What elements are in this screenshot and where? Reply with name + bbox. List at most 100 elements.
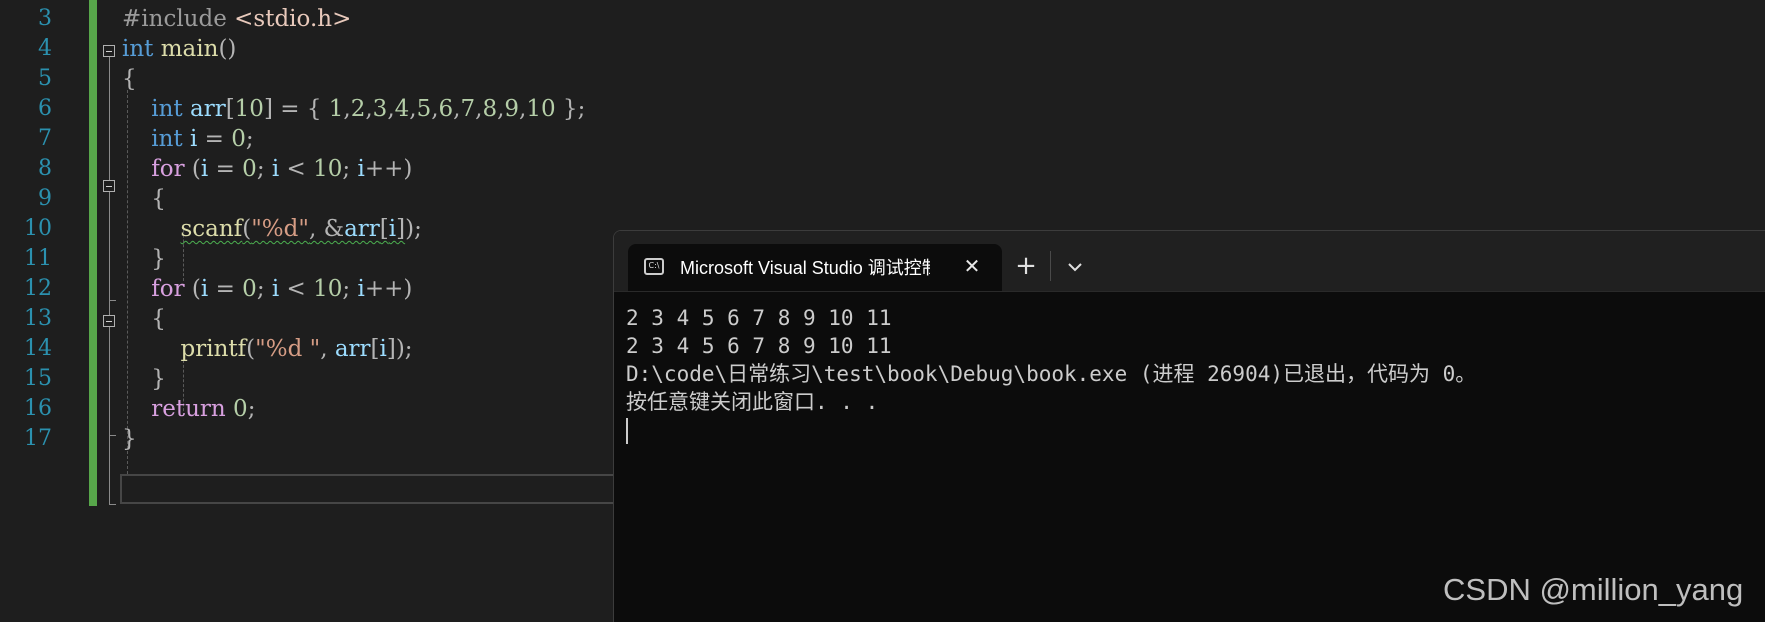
- code-token: ] = {: [263, 96, 329, 122]
- code-token: "%d": [251, 216, 309, 242]
- watermark-text: CSDN @million_yang: [1443, 572, 1744, 607]
- code-line[interactable]: 3 #include <stdio.h>: [0, 2, 1765, 36]
- code-token: ;: [256, 156, 272, 182]
- code-token: return: [151, 396, 226, 422]
- code-token: [: [370, 336, 380, 362]
- code-token: int: [151, 96, 183, 122]
- console-tab[interactable]: C:\ Microsoft Visual Studio 调试控制台 ✕: [628, 244, 1002, 291]
- console-titlebar[interactable]: C:\ Microsoft Visual Studio 调试控制台 ✕ +: [614, 231, 1765, 292]
- code-line[interactable]: 6 int arr[10] = { 1,2,3,4,5,6,7,8,9,10 }…: [0, 92, 1765, 126]
- code-token: arr: [344, 216, 380, 242]
- code-token: ++): [364, 156, 413, 182]
- code-token: for: [151, 276, 185, 302]
- console-output[interactable]: 2 3 4 5 6 7 8 9 10 11 2 3 4 5 6 7 8 9 10…: [626, 304, 1746, 444]
- code-token: 4: [394, 96, 410, 122]
- line-number: 15: [24, 366, 52, 391]
- code-token: ,: [320, 336, 335, 362]
- code-token: for: [151, 156, 185, 182]
- code-text: {: [122, 62, 137, 96]
- code-token: 10: [526, 96, 556, 122]
- code-text: return 0;: [122, 392, 255, 426]
- code-text: int main(): [122, 32, 236, 66]
- line-number: 6: [38, 96, 52, 121]
- code-token: main: [160, 36, 219, 62]
- code-token: =: [208, 156, 243, 182]
- code-token: printf: [180, 336, 247, 362]
- code-token: ]: [396, 216, 406, 242]
- code-text: }: [122, 242, 166, 276]
- code-token: ,: [431, 96, 439, 122]
- code-token: 5: [416, 96, 432, 122]
- console-line: 2 3 4 5 6 7 8 9 10 11: [626, 306, 892, 330]
- code-text: int i = 0;: [122, 122, 254, 156]
- code-line[interactable]: 8 for (i = 0; i < 10; i++): [0, 152, 1765, 186]
- code-token: {: [151, 186, 166, 212]
- code-token: 0: [233, 396, 248, 422]
- line-number: 7: [38, 126, 52, 151]
- code-token: }: [122, 426, 137, 452]
- console-line: D:\code\日常练习\test\book\Debug\book.exe (进…: [626, 362, 1477, 386]
- line-number: 16: [24, 396, 52, 421]
- code-token: 0: [242, 156, 257, 182]
- code-token: ;: [342, 276, 358, 302]
- code-token: ;: [245, 126, 254, 152]
- code-text: #include <stdio.h>: [122, 2, 351, 36]
- code-token: [: [225, 96, 235, 122]
- code-token: 7: [460, 96, 476, 122]
- code-line[interactable]: 5{: [0, 62, 1765, 96]
- line-number: 9: [38, 186, 52, 211]
- line-number: 12: [24, 276, 52, 301]
- code-text: printf("%d ", arr[i]);: [122, 332, 413, 366]
- code-token: 3: [372, 96, 388, 122]
- code-token: 2: [350, 96, 366, 122]
- code-token: i: [357, 156, 365, 182]
- code-token: int: [122, 36, 154, 62]
- text-cursor: [626, 418, 628, 444]
- debug-console-window[interactable]: C:\ Microsoft Visual Studio 调试控制台 ✕ + 2 …: [613, 230, 1765, 622]
- code-token: 9: [504, 96, 520, 122]
- code-token: ;: [342, 156, 358, 182]
- code-token: int: [151, 126, 183, 152]
- code-token: 10: [313, 156, 343, 182]
- code-token: (): [218, 36, 237, 62]
- code-token: i: [357, 276, 365, 302]
- code-token: 6: [438, 96, 454, 122]
- code-token: "%d ": [255, 336, 321, 362]
- code-line[interactable]: 7 int i = 0;: [0, 122, 1765, 156]
- new-tab-button[interactable]: +: [1006, 249, 1046, 285]
- code-token: ,: [409, 96, 417, 122]
- code-token: };: [555, 96, 586, 122]
- line-number: 4: [38, 36, 52, 61]
- code-token: , &: [308, 216, 345, 242]
- line-number: 17: [24, 426, 52, 451]
- code-token: ,: [387, 96, 395, 122]
- code-token: 0: [242, 276, 257, 302]
- code-line[interactable]: 4 int main(): [0, 32, 1765, 66]
- code-text: }: [122, 422, 137, 456]
- line-number: 3: [38, 6, 52, 31]
- code-line[interactable]: 9 {: [0, 182, 1765, 216]
- code-token: );: [405, 216, 422, 242]
- tab-dropdown-button[interactable]: [1058, 249, 1092, 285]
- close-tab-icon[interactable]: ✕: [958, 252, 986, 280]
- code-text: scanf("%d", &arr[i]);: [122, 212, 422, 246]
- current-line-highlight: [120, 474, 620, 504]
- code-token: (: [184, 156, 201, 182]
- terminal-icon: C:\: [644, 258, 664, 275]
- line-number: 10: [24, 216, 52, 241]
- console-line: 2 3 4 5 6 7 8 9 10 11: [626, 334, 892, 358]
